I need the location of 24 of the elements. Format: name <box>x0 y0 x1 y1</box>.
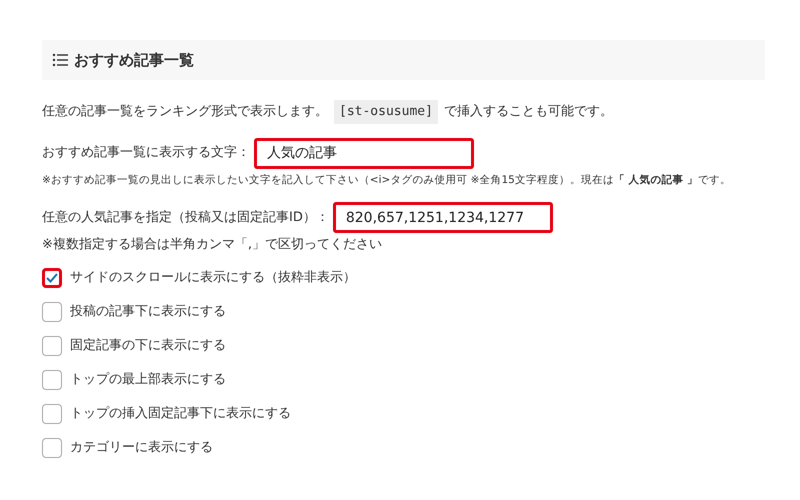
option-label: トップの最上部表示にする <box>70 371 226 389</box>
shortcode: [st-osusume] <box>334 100 438 124</box>
text-field[interactable]: 人気の記事 <box>254 138 474 168</box>
checkbox[interactable] <box>42 438 62 458</box>
text-field[interactable]: 820,657,1251,1234,1277 <box>332 202 553 234</box>
option-label: サイドのスクロールに表示にする（抜粋非表示） <box>70 269 356 287</box>
option-label: カテゴリーに表示にする <box>70 439 213 457</box>
checkbox[interactable] <box>42 302 62 322</box>
section-title: おすすめ記事一覧 <box>74 50 194 71</box>
field-note: ※複数指定する場合は半角カンマ「,」で区切ってください <box>42 236 384 254</box>
checkmark-icon <box>46 272 58 283</box>
field-label: 任意の人気記事を指定（投稿又は固定記事ID）： <box>42 209 329 227</box>
option-label: 投稿の記事下に表示にする <box>70 303 226 321</box>
list-icon <box>52 53 68 67</box>
checkbox[interactable] <box>42 336 62 356</box>
checkbox[interactable] <box>42 268 62 288</box>
option-label: 固定記事の下に表示にする <box>70 337 226 355</box>
field-note: ※おすすめ記事一覧の見出しに表示したい文字を記入して下さい（<i>タグのみ使用可 ※全角15文字程度）。現在は「 人気の記事 」です。 <box>42 172 732 188</box>
checkbox[interactable] <box>42 404 62 424</box>
description-text: 任意の記事一覧をランキング形式で表示します。 <box>42 103 328 121</box>
field-label: おすすめ記事一覧に表示する文字： <box>42 144 250 162</box>
checkbox[interactable] <box>42 370 62 390</box>
option-label: トップの挿入固定記事下に表示にする <box>70 405 291 423</box>
description-text: で挿入することも可能です。 <box>444 103 613 121</box>
